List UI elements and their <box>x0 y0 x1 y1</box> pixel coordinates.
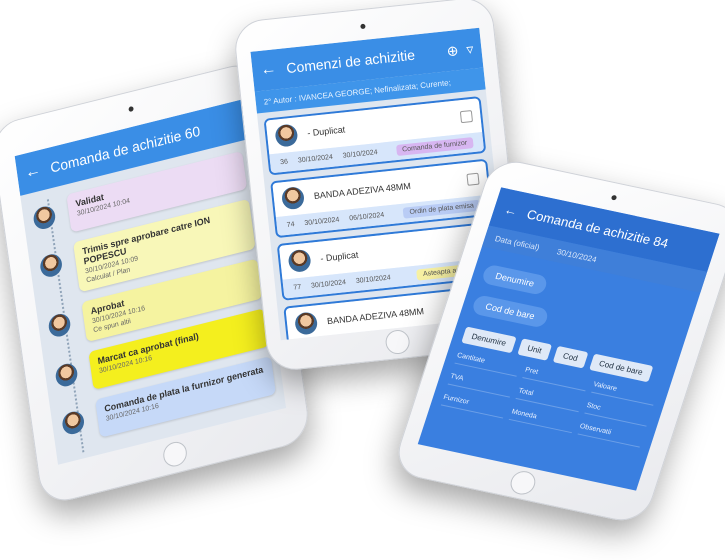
field-label: Stoc <box>584 402 651 427</box>
search-pill-name[interactable]: Denumire <box>480 263 549 296</box>
avatar <box>61 409 86 437</box>
camera-dot <box>610 194 618 201</box>
delivery-date: 06/10/2024 <box>348 211 385 223</box>
back-arrow-icon[interactable]: ← <box>24 161 42 183</box>
order-name: - Duplicat <box>306 124 346 139</box>
avatar <box>280 186 306 211</box>
filter-icon[interactable]: ▿ <box>465 40 474 58</box>
select-checkbox[interactable] <box>459 110 474 124</box>
avatar <box>32 204 57 232</box>
camera-dot <box>128 105 134 113</box>
order-date: 30/10/2024 <box>297 153 334 165</box>
field-label: Furnizor <box>440 393 507 419</box>
avatar <box>287 248 312 273</box>
home-button[interactable] <box>384 328 411 356</box>
home-button[interactable] <box>161 439 189 469</box>
field-label: Valoare <box>590 381 657 406</box>
back-arrow-icon[interactable]: ← <box>503 201 520 218</box>
status-timeline: Validat 30/10/2024 10:04 Trimis spre apr… <box>20 139 286 465</box>
order-name: BANDA ADEZIVA 48MM <box>313 180 412 201</box>
avatar <box>294 311 319 336</box>
field-label: TVA <box>447 373 514 398</box>
search-pill-barcode[interactable]: Cod de bare <box>470 294 550 329</box>
field-label: Pret <box>522 366 589 392</box>
order-number: 36 <box>279 158 289 167</box>
tab-code[interactable]: Cod <box>552 345 589 369</box>
tab-barcode[interactable]: Cod de bare <box>588 353 654 383</box>
avatar <box>38 251 64 280</box>
delivery-date: 30/10/2024 <box>342 149 378 160</box>
order-date: 30/10/2024 <box>310 279 347 290</box>
field-label: Cantitate <box>454 352 521 377</box>
order-name: - Duplicat <box>319 249 359 264</box>
tab-name[interactable]: Denumire <box>461 326 517 354</box>
status-badge: Comanda de furnizor <box>395 137 474 157</box>
avatar <box>47 311 72 339</box>
date-label: Data (oficial) <box>493 233 541 252</box>
status-badge: Ordin de plata emisa <box>403 199 481 219</box>
order-date: 30/10/2024 <box>304 216 340 228</box>
back-arrow-icon[interactable]: ← <box>260 60 278 80</box>
field-label: Total <box>515 387 582 413</box>
page-title: Comenzi de achizitie <box>285 46 416 77</box>
date-value: 30/10/2024 <box>555 246 598 264</box>
home-button[interactable] <box>507 468 539 497</box>
add-icon[interactable]: ⊕ <box>446 42 459 60</box>
camera-dot <box>360 23 366 30</box>
tab-unit[interactable]: Unit <box>517 338 552 361</box>
delivery-date: 30/10/2024 <box>355 274 392 286</box>
select-checkbox[interactable] <box>466 172 480 186</box>
avatar <box>54 361 79 389</box>
order-number: 77 <box>293 283 302 292</box>
field-label: Observatii <box>577 422 644 448</box>
field-label: Moneda <box>509 408 576 434</box>
avatar <box>274 123 299 148</box>
order-number: 74 <box>286 221 295 229</box>
